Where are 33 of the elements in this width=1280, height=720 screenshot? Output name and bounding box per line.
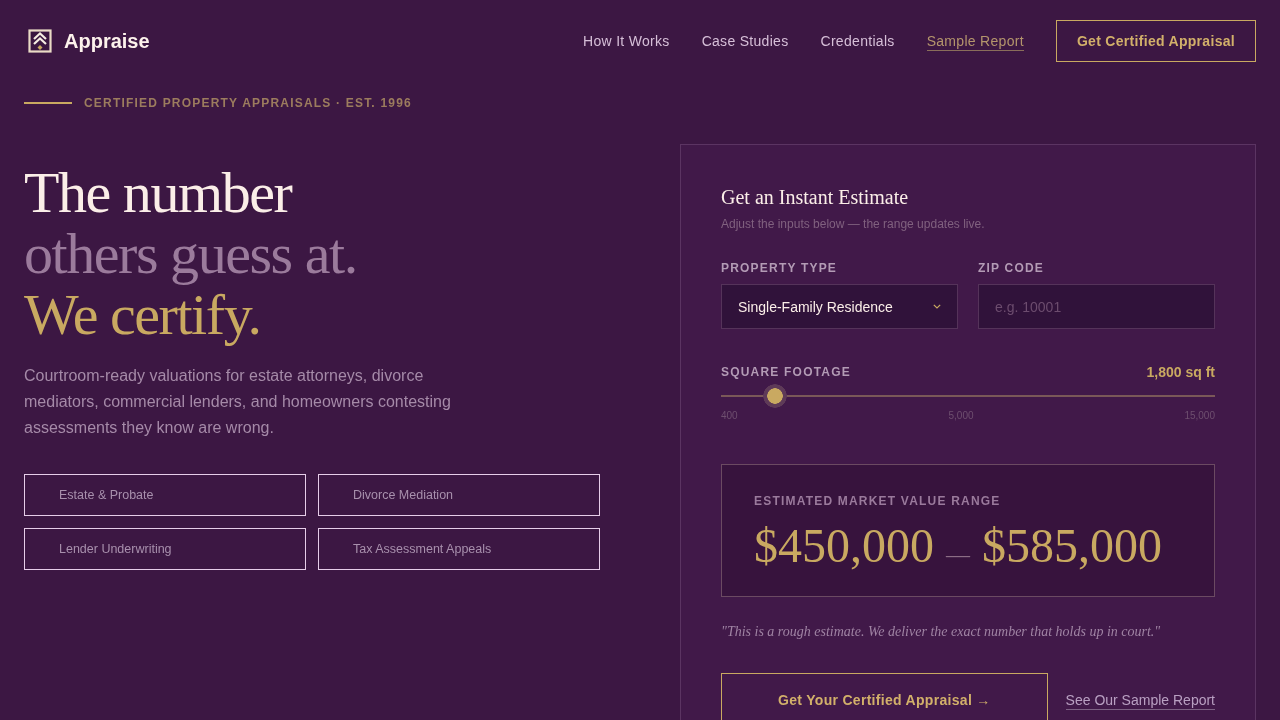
practice-area-tile: Lender Underwriting <box>24 528 306 570</box>
result-label: ESTIMATED MARKET VALUE RANGE <box>754 494 1002 508</box>
brand-name: Appraise <box>64 29 150 53</box>
practice-area-tile: Tax Assessment Appeals <box>318 528 600 570</box>
headline-line: We certify. <box>24 284 261 345</box>
hero-description: Courtroom-ready valuations for estate attorneys, divorce mediators, commercial lenders, and homeowners contesting assessments they know are wrong. <box>24 366 452 438</box>
disclaimer-quote: "This is a rough estimate. We deliver the exact number that holds up in court." <box>721 624 1162 640</box>
eyebrow-text: CERTIFIED PROPERTY APPRAISALS · EST. 1996 <box>84 95 412 111</box>
sample-report-link[interactable]: See Our Sample Report <box>1065 690 1215 710</box>
headline-line: others guess at. <box>24 223 357 284</box>
nav-link[interactable]: How It Works <box>583 31 670 51</box>
price-low: $450,000 <box>754 522 934 570</box>
practice-area-tile: Divorce Mediation <box>318 474 600 516</box>
get-appraisal-button[interactable]: Get Your Certified Appraisal → <box>721 673 1048 720</box>
card-subtitle: Adjust the inputs below — the range updates live. <box>721 216 986 232</box>
range-dash: — <box>946 542 970 566</box>
headline-line: The number <box>24 162 292 223</box>
slider-thumb[interactable] <box>763 384 788 408</box>
price-high: $585,000 <box>982 522 1162 570</box>
property-type-select[interactable]: Single-Family Residence <box>721 284 958 329</box>
get-appraisal-button[interactable]: Get Certified Appraisal <box>1055 20 1256 62</box>
field-label: SQUARE FOOTAGE <box>721 365 851 379</box>
nav-link[interactable]: Credentials <box>820 31 895 51</box>
nav-link[interactable]: Sample Report <box>926 31 1024 51</box>
card-title: Get an Instant Estimate <box>721 185 910 209</box>
field-label: PROPERTY TYPE <box>721 261 839 275</box>
caret-icon <box>933 304 941 309</box>
logo-icon <box>28 29 52 53</box>
field-label: ZIP CODE <box>978 261 1046 275</box>
square-footage-reading: 1,800 sq ft <box>1146 365 1215 379</box>
practice-area-tile: Estate & Probate <box>24 474 306 516</box>
nav-link[interactable]: Case Studies <box>701 31 789 51</box>
zip-code-field[interactable]: e.g. 10001 <box>978 284 1215 329</box>
